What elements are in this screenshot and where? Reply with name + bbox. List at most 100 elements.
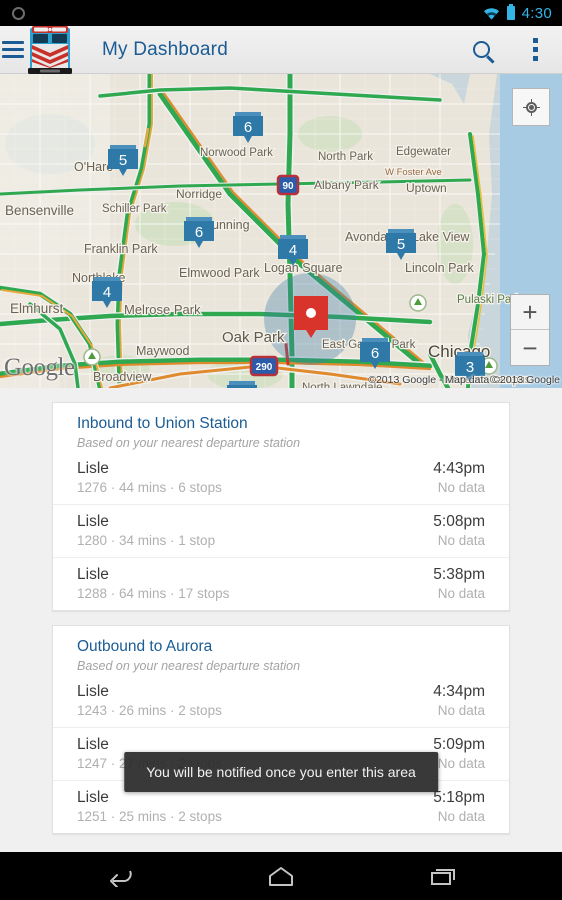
map-zoom-controls[interactable]: + −	[510, 294, 550, 366]
map-view[interactable]: O'Hare Norwood Park North Park Edgewater W F…	[0, 74, 562, 388]
map-label: Franklin Park	[84, 242, 158, 256]
card-header: Outbound to Aurora Based on your nearest …	[53, 626, 509, 675]
location-outline-icon	[12, 6, 25, 20]
status-bar-clock: 4:30	[521, 4, 552, 22]
map-label: Lake View	[412, 230, 470, 244]
trip-row[interactable]: Lisle 1243 · 26 mins · 2 stops 4:34pm No da…	[53, 675, 509, 727]
trip-detail: 1280 · 34 mins · 1 stop	[77, 533, 216, 548]
hamburger-menu-icon[interactable]	[2, 41, 24, 58]
trip-origin: Lisle 1276 · 44 mins · 6 stops	[77, 460, 222, 495]
map-label: Norwood Park	[200, 147, 273, 159]
trip-detail: 1276 · 44 mins · 6 stops	[77, 480, 222, 495]
recents-button[interactable]	[420, 856, 466, 896]
status-badge: No data	[437, 480, 485, 495]
map-canvas: O'Hare Norwood Park North Park Edgewater W F…	[0, 74, 562, 388]
metra-train-logo	[26, 24, 74, 76]
trip-origin: Lisle 1288 · 64 mins · 17 stops	[77, 566, 229, 601]
overflow-menu-button[interactable]	[508, 26, 562, 74]
map-label: O'Hare	[74, 160, 113, 174]
action-bar-actions	[454, 26, 562, 74]
marker-count: 4	[103, 284, 111, 301]
card-title[interactable]: Inbound to Union Station	[77, 415, 485, 433]
marker-count: 5	[119, 152, 127, 169]
map-label: Schiller Park	[102, 203, 167, 215]
map-label: Elmhurst	[10, 301, 64, 316]
back-button[interactable]	[96, 856, 142, 896]
wifi-icon	[483, 7, 500, 20]
trip-card: Inbound to Union Station Based on your ne…	[52, 402, 510, 611]
map-attribution: ©2013 Google - Map data ©2013 Google	[368, 374, 560, 386]
trip-schedule: 4:43pm No data	[433, 460, 485, 495]
card-subtitle: Based on your nearest departure station	[77, 436, 301, 450]
map-cluster-marker[interactable]: 8	[227, 381, 257, 388]
zoom-in-button[interactable]: +	[511, 295, 549, 330]
back-arrow-icon	[110, 870, 132, 887]
map-label: Norridge	[176, 187, 222, 201]
trip-row[interactable]: Lisle 1276 · 44 mins · 6 stops 4:43pm No da…	[53, 452, 509, 504]
trip-schedule: 5:18pm No data	[433, 789, 485, 824]
map-label: Melrose Park	[124, 302, 201, 317]
svg-text:90: 90	[282, 181, 294, 192]
crosshair-icon	[522, 98, 540, 116]
status-bar-right: 4:30	[483, 4, 562, 22]
toast-notification: You will be notified once you enter this…	[124, 752, 438, 792]
marker-count: 6	[244, 119, 252, 136]
home-button[interactable]	[258, 856, 304, 896]
search-button[interactable]	[454, 26, 508, 74]
status-bar-left	[0, 6, 25, 20]
trip-detail: 1251 · 25 mins · 2 stops	[77, 809, 222, 824]
map-label: Maywood	[136, 344, 190, 358]
trip-row[interactable]: Lisle 1288 · 64 mins · 17 stops 5:38pm No d…	[53, 557, 509, 610]
overflow-menu-icon	[532, 38, 538, 61]
status-badge: No data	[437, 586, 485, 601]
status-badge: No data	[437, 756, 485, 771]
departure-time: 5:09pm	[433, 736, 485, 753]
map-label: Lincoln Park	[405, 261, 475, 275]
status-badge: No data	[437, 809, 485, 824]
status-bar: 4:30	[0, 0, 562, 26]
marker-count: 5	[397, 236, 405, 253]
trip-row[interactable]: Lisle 1280 · 34 mins · 1 stop 5:08pm No dat…	[53, 504, 509, 557]
system-navigation-bar	[0, 852, 562, 900]
svg-text:290: 290	[256, 362, 273, 373]
battery-icon	[506, 4, 515, 20]
map-label: Elmwood Park	[179, 266, 260, 280]
map-label: Bensenville	[5, 203, 74, 218]
page-title: My Dashboard	[102, 38, 228, 60]
status-badge: No data	[437, 533, 485, 548]
card-title[interactable]: Outbound to Aurora	[77, 638, 485, 656]
map-label: Logan Square	[264, 261, 343, 275]
map-label: Uptown	[406, 181, 447, 195]
my-location-button[interactable]	[512, 88, 550, 126]
trip-detail: 1243 · 26 mins · 2 stops	[77, 703, 222, 718]
departure-time: 5:08pm	[433, 513, 485, 530]
trip-schedule: 5:38pm No data	[433, 566, 485, 601]
station-name: Lisle	[77, 460, 109, 477]
card-subtitle: Based on your nearest departure station	[77, 659, 301, 673]
trip-origin: Lisle 1251 · 25 mins · 2 stops	[77, 789, 222, 824]
station-name: Lisle	[77, 566, 109, 583]
zoom-out-button[interactable]: −	[511, 330, 549, 365]
marker-count: 6	[371, 345, 379, 362]
status-badge: No data	[437, 703, 485, 718]
action-bar: My Dashboard	[0, 26, 562, 74]
card-header: Inbound to Union Station Based on your ne…	[53, 403, 509, 452]
route-shield: 90	[276, 174, 300, 196]
trip-schedule: 5:08pm No data	[433, 513, 485, 548]
map-label: W Foster Ave	[385, 167, 442, 178]
google-watermark: Google	[4, 354, 75, 381]
map-label: Oak Park	[222, 329, 285, 346]
map-label: North Park	[318, 151, 373, 163]
trip-detail: 1288 · 64 mins · 17 stops	[77, 586, 230, 601]
trip-origin: Lisle 1280 · 34 mins · 1 stop	[77, 513, 215, 548]
marker-count: 6	[195, 224, 203, 241]
departure-time: 4:43pm	[433, 460, 485, 477]
trip-card: Outbound to Aurora Based on your nearest …	[52, 625, 510, 834]
recent-apps-icon	[431, 869, 455, 885]
trip-origin: Lisle 1243 · 26 mins · 2 stops	[77, 683, 222, 718]
station-name: Lisle	[77, 683, 109, 700]
app-root: 4:30 My Dashboard O'Hare Norwood Park No…	[0, 0, 562, 900]
departure-time: 5:38pm	[433, 566, 485, 583]
station-name: Lisle	[77, 513, 109, 530]
home-icon	[269, 867, 293, 886]
